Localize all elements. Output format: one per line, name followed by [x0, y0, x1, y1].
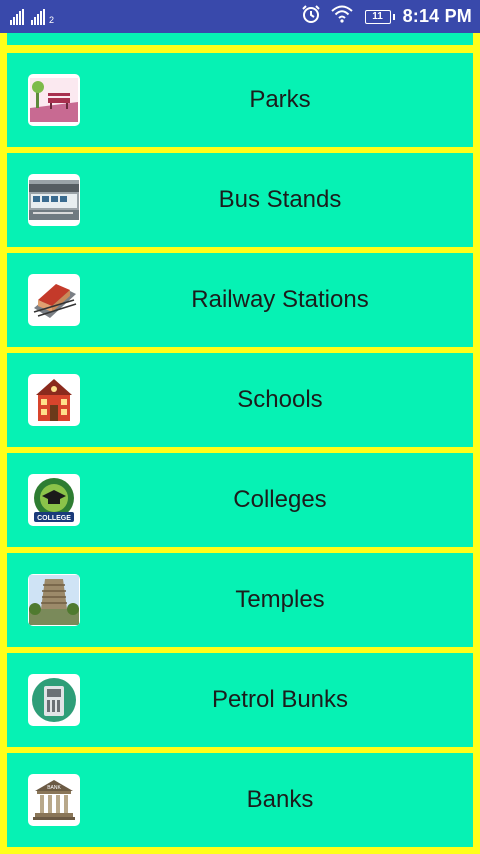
- svg-text:BANK: BANK: [47, 785, 61, 791]
- list-item-schools[interactable]: Schools: [7, 353, 473, 447]
- battery-icon: 11: [364, 9, 391, 24]
- sim2-label: 2: [49, 14, 55, 25]
- list-item-label: Temples: [235, 586, 325, 613]
- battery-tip: [392, 13, 395, 20]
- status-bar-left: 2: [10, 8, 55, 25]
- list-item-label: Banks: [246, 786, 314, 813]
- alarm-clock-icon: [301, 4, 321, 29]
- list-item-parks[interactable]: Parks: [7, 53, 473, 147]
- bus-stand-icon: [28, 174, 80, 226]
- temple-icon: [28, 574, 80, 626]
- list-item-temples[interactable]: Temples: [7, 553, 473, 647]
- list-item-bus-stands[interactable]: Bus Stands: [7, 153, 473, 247]
- list-item-banks[interactable]: BANK Banks: [7, 753, 473, 847]
- signal-sim2-icon: [31, 8, 46, 25]
- wifi-icon: [330, 5, 353, 28]
- list-item-label: Petrol Bunks: [211, 686, 349, 713]
- list-item-label: Bus Stands: [218, 186, 342, 213]
- petrol-bunk-icon: [28, 674, 80, 726]
- status-bar-right: 11 8:14 PM: [301, 4, 472, 29]
- partial-list-item[interactable]: [7, 33, 473, 45]
- list-item-railway-stations[interactable]: Railway Stations: [7, 253, 473, 347]
- railway-station-icon: [28, 274, 80, 326]
- battery-level: 11: [372, 11, 383, 22]
- school-icon: [28, 374, 80, 426]
- svg-text:COLLEGE: COLLEGE: [37, 515, 71, 522]
- list-item-label: Schools: [237, 386, 323, 413]
- status-bar: 2 11 8:14 PM: [0, 0, 480, 33]
- list-item-label: Railway Stations: [191, 286, 369, 313]
- list-item-label: Colleges: [233, 486, 327, 513]
- status-time: 8:14 PM: [402, 6, 472, 26]
- signal-sim1-icon: [10, 8, 25, 25]
- list-item-label: Parks: [249, 86, 311, 113]
- category-list[interactable]: Parks Bus Stands Railway Stations School…: [0, 33, 480, 854]
- list-item-colleges[interactable]: COLLEGE Colleges: [7, 453, 473, 547]
- list-item-petrol-bunks[interactable]: Petrol Bunks: [7, 653, 473, 747]
- college-icon: COLLEGE: [28, 474, 80, 526]
- bank-icon: BANK: [28, 774, 80, 826]
- park-icon: [28, 74, 80, 126]
